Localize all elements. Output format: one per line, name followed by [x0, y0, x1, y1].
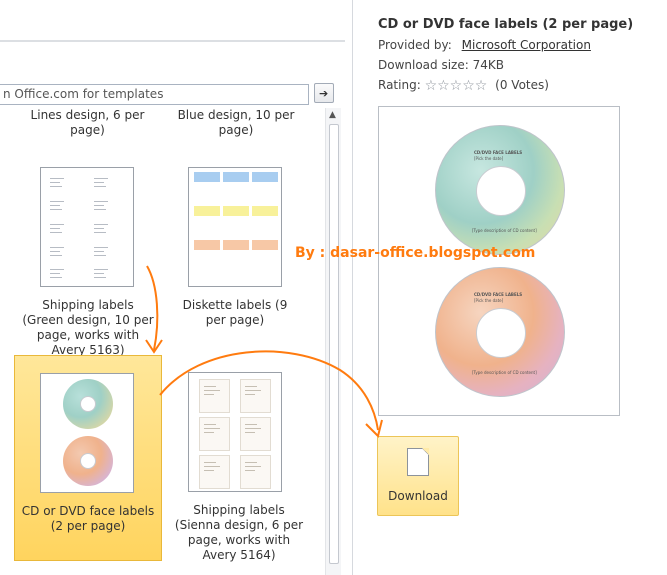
- template-thumbnail-shipping-green[interactable]: [40, 167, 134, 287]
- tile-label-shipping-sienna[interactable]: Shipping labels (Sienna design, 6 per pa…: [172, 503, 306, 563]
- template-thumbnail-shipping-sienna[interactable]: [188, 372, 282, 492]
- template-title: CD or DVD face labels (2 per page): [378, 17, 634, 32]
- rating-label: Rating:: [378, 78, 421, 92]
- template-preview: CD/DVD FACE LABELS [Pick the date] [Type…: [378, 106, 620, 416]
- document-icon: [407, 448, 429, 476]
- disc-subtitle: [Pick the date]: [474, 156, 504, 161]
- preview-disc-bottom: CD/DVD FACE LABELS [Pick the date] [Type…: [435, 267, 565, 397]
- template-gallery-panel: n Office.com for templates ➔ Lines desig…: [0, 0, 345, 575]
- disc-title: CD/DVD FACE LABELS: [474, 292, 523, 297]
- provider-link[interactable]: Microsoft Corporation: [462, 38, 591, 52]
- tile-label-shipping-green[interactable]: Shipping labels (Green design, 10 per pa…: [22, 298, 154, 358]
- search-input[interactable]: n Office.com for templates: [0, 84, 309, 105]
- disc-hole: [476, 308, 526, 358]
- provided-by-label: Provided by:: [378, 38, 452, 52]
- search-go-button[interactable]: ➔: [314, 83, 334, 103]
- watermark-text: By : dasar-office.blogspot.com: [295, 245, 536, 261]
- go-arrow-icon: ➔: [319, 87, 329, 100]
- template-tile-cd-dvd-selected[interactable]: CD or DVD face labels (2 per page): [14, 355, 162, 561]
- header-divider: [0, 40, 345, 42]
- scroll-up-icon[interactable]: ▲: [329, 110, 336, 120]
- rating-row: Rating: ☆☆☆☆☆ (0 Votes): [378, 78, 549, 94]
- download-size: Download size: 74KB: [378, 58, 504, 72]
- template-thumbnail-diskette[interactable]: [188, 167, 282, 287]
- disc-title: CD/DVD FACE LABELS: [474, 150, 523, 155]
- disc-caption: [Type description of CD content]: [472, 228, 537, 233]
- preview-disc-top: CD/DVD FACE LABELS [Pick the date] [Type…: [435, 125, 565, 255]
- disc-hole: [476, 166, 526, 216]
- template-details-panel: CD or DVD face labels (2 per page) Provi…: [353, 0, 667, 575]
- disc-subtitle: [Pick the date]: [474, 298, 504, 303]
- tile-label-lines[interactable]: Lines design, 6 per page): [20, 108, 155, 138]
- download-button[interactable]: Download: [377, 436, 459, 516]
- gallery-header: [0, 0, 345, 42]
- download-label: Download: [388, 489, 448, 503]
- tile-label-cd-dvd: CD or DVD face labels (2 per page): [21, 504, 155, 533]
- scrollbar-thumb[interactable]: [329, 124, 339, 564]
- provided-by-row: Provided by: Microsoft Corporation: [378, 38, 591, 52]
- gallery-scrollbar[interactable]: ▲: [325, 108, 341, 575]
- votes-count: (0 Votes): [495, 78, 549, 92]
- tile-label-blue[interactable]: Blue design, 10 per page): [166, 108, 306, 138]
- template-thumbnail-cd-dvd[interactable]: [40, 373, 134, 493]
- tile-label-diskette[interactable]: Diskette labels (9 per page): [172, 298, 298, 328]
- disc-caption: [Type description of CD content]: [472, 370, 537, 375]
- star-icon[interactable]: ☆☆☆☆☆: [425, 78, 488, 94]
